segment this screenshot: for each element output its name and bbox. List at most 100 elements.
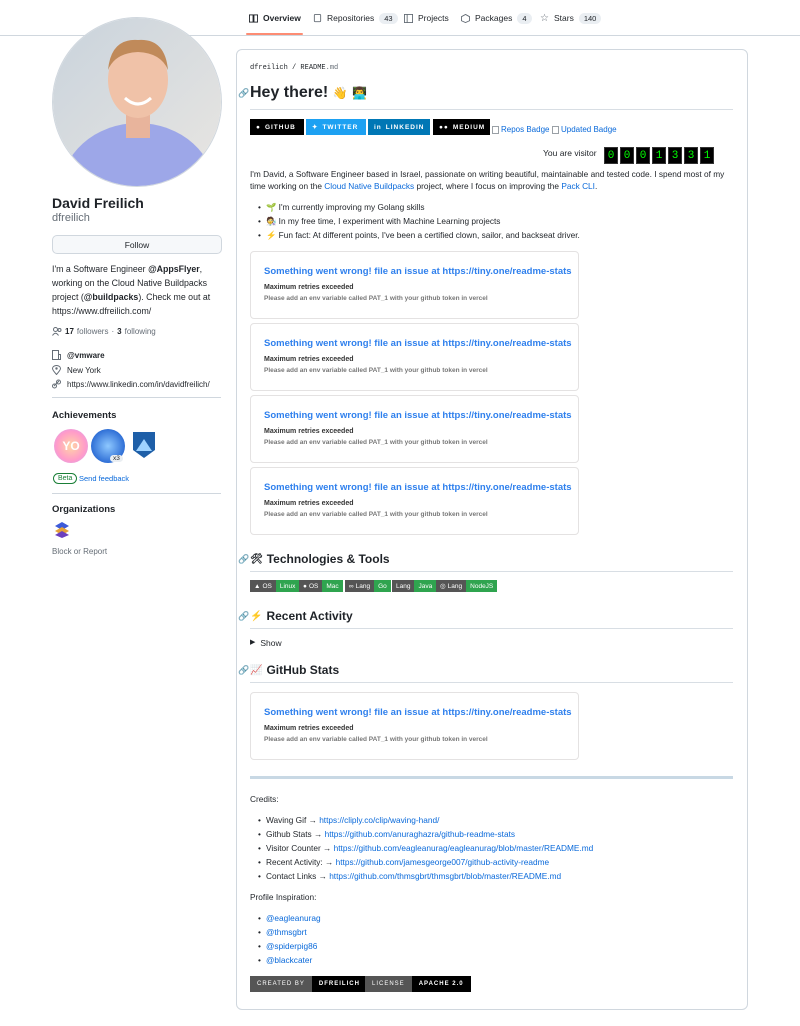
error-title: Something went wrong! file an issue at h… xyxy=(264,266,572,277)
location-icon xyxy=(52,365,61,375)
breadcrumb-separator: / xyxy=(287,64,301,72)
following-label[interactable]: following xyxy=(125,327,156,336)
organization-avatar[interactable] xyxy=(53,521,71,539)
readme-breadcrumb: dfreilich / README.md xyxy=(250,64,338,72)
project-icon xyxy=(404,13,413,23)
list-item: @thmsgbrt xyxy=(258,925,321,939)
credit-link[interactable]: https://github.com/anuraghazra/github-re… xyxy=(325,829,515,839)
breadcrumb-file: README xyxy=(300,64,326,72)
twitter-badge[interactable]: ✦ TWITTER xyxy=(306,119,366,135)
tab-stars[interactable]: ☆ Stars 140 xyxy=(540,8,602,28)
credit-link[interactable]: https://github.com/jamesgeorge007/github… xyxy=(336,857,550,867)
intro-bullets: 🌱 I'm currently improving my Golang skil… xyxy=(258,200,580,242)
following-count[interactable]: 3 xyxy=(117,327,121,336)
nodejs-badge[interactable]: ◎ Lang NodeJS xyxy=(436,580,498,592)
badge-right: Mac xyxy=(322,580,343,592)
stats-error-card[interactable]: Something went wrong! file an issue at h… xyxy=(250,692,579,760)
visitor-counter: 0 0 0 1 3 3 1 xyxy=(604,147,714,164)
error-subtitle: Maximum retries exceeded xyxy=(264,725,354,732)
linux-badge[interactable]: ▲ OS Linux xyxy=(250,580,300,592)
breadcrumb-user[interactable]: dfreilich xyxy=(250,64,288,72)
tab-label: Projects xyxy=(418,13,449,23)
error-detail: Please add an env variable called PAT_1 … xyxy=(264,367,488,374)
tab-packages[interactable]: Packages 4 xyxy=(461,8,532,28)
tab-projects[interactable]: Projects xyxy=(404,8,449,28)
badge-right: Linux xyxy=(275,580,300,592)
breadcrumb-extension: .md xyxy=(325,64,339,72)
java-badge[interactable]: Lang Java xyxy=(392,580,437,592)
tools-icon: 🛠 xyxy=(250,553,263,565)
stats-error-card[interactable]: Something went wrong! file an issue at h… xyxy=(250,251,579,319)
heading-anchor-icon[interactable]: 🔗 xyxy=(238,88,249,98)
badge-left-text: OS xyxy=(262,582,272,590)
inspiration-link[interactable]: @spiderpig86 xyxy=(266,941,317,951)
inspiration-link[interactable]: @thmsgbrt xyxy=(266,927,307,937)
alt-text: Updated Badge xyxy=(561,125,617,134)
bio-company-mention[interactable]: @AppsFlyer xyxy=(148,264,200,274)
github-badge[interactable]: ● GITHUB xyxy=(250,119,304,135)
badge-right: DFREILICH xyxy=(311,976,367,992)
updated-badge-image[interactable]: Updated Badge xyxy=(552,125,617,134)
tech-heading: 🛠 Technologies & Tools xyxy=(250,552,390,566)
go-badge[interactable]: ∞ Lang Go xyxy=(345,580,391,592)
credit-link[interactable]: https://cliply.co/clip/waving-hand/ xyxy=(319,815,439,825)
tab-repositories[interactable]: Repositories 43 xyxy=(313,8,398,28)
stats-error-card[interactable]: Something went wrong! file an issue at h… xyxy=(250,395,579,463)
followers-label[interactable]: followers xyxy=(77,327,109,336)
intro-text: project, where I focus on improving the xyxy=(414,181,562,191)
twitter-icon: ✦ xyxy=(312,124,319,131)
github-icon: ● xyxy=(256,123,261,131)
show-details-toggle[interactable]: ▶ Show xyxy=(250,638,282,648)
lightning-icon: ⚡ xyxy=(250,610,263,622)
license-badge[interactable]: LICENSE APACHE 2.0 xyxy=(365,976,471,992)
sidebar-divider xyxy=(52,397,221,398)
yolo-achievement-icon[interactable]: YO xyxy=(54,429,88,463)
badge-label: GITHUB xyxy=(264,123,296,131)
followers-count[interactable]: 17 xyxy=(65,327,74,336)
badge-left: Lang xyxy=(392,580,415,592)
badge-left-text: Lang xyxy=(355,582,371,590)
alt-text: Repos Badge xyxy=(501,125,550,134)
list-item: Visitor Counter → https://github.com/eag… xyxy=(258,841,593,855)
block-or-report-link[interactable]: Block or Report xyxy=(52,547,107,556)
bio-text: I'm a Software Engineer xyxy=(52,264,149,274)
tab-label: Overview xyxy=(263,13,301,23)
credit-label: Github Stats → xyxy=(266,829,325,839)
created-by-badge[interactable]: CREATED BY DFREILICH xyxy=(250,976,367,992)
pack-cli-link[interactable]: Pack CLI xyxy=(561,181,595,191)
tab-overview[interactable]: Overview xyxy=(249,8,301,28)
stats-error-card[interactable]: Something went wrong! file an issue at h… xyxy=(250,323,579,391)
linkedin-badge[interactable]: in LINKEDIN xyxy=(368,119,430,135)
bio-project-mention[interactable]: @buildpacks xyxy=(84,292,139,302)
credit-link[interactable]: https://github.com/thmsgbrt/thmsgbrt/blo… xyxy=(329,871,561,881)
repos-badge-image[interactable]: Repos Badge xyxy=(492,125,549,134)
beta-badge: Beta xyxy=(53,473,78,484)
stats-error-card[interactable]: Something went wrong! file an issue at h… xyxy=(250,467,579,535)
triangle-right-icon: ▶ xyxy=(250,639,256,646)
mac-badge[interactable]: ● OS Mac xyxy=(299,580,343,592)
credit-link[interactable]: https://github.com/eagleanurag/eagleanur… xyxy=(334,843,594,853)
profile-login: dfreilich xyxy=(52,212,90,224)
credit-label: Waving Gif → xyxy=(266,815,320,825)
profile-name: David Freilich xyxy=(52,195,144,211)
medium-badge[interactable]: ●● MEDIUM xyxy=(433,119,490,135)
avatar[interactable] xyxy=(52,17,222,187)
heading-anchor-icon[interactable]: 🔗 xyxy=(238,611,249,621)
inspiration-link[interactable]: @blackcater xyxy=(266,955,312,965)
arctic-vault-achievement-icon[interactable] xyxy=(132,431,156,459)
broken-image-icon xyxy=(552,125,559,134)
intro-text: . xyxy=(594,181,598,191)
buildpacks-link[interactable]: Cloud Native Buildpacks xyxy=(324,181,414,191)
follow-button[interactable]: Follow xyxy=(52,235,222,254)
inspiration-link[interactable]: @eagleanurag xyxy=(266,913,321,923)
counter-digit: 3 xyxy=(684,147,698,164)
star-icon: ☆ xyxy=(540,12,549,24)
org-link[interactable]: @vmware xyxy=(67,351,105,360)
heading-anchor-icon[interactable]: 🔗 xyxy=(238,554,249,564)
website-link[interactable]: https://www.linkedin.com/in/davidfreilic… xyxy=(67,380,210,389)
heading-anchor-icon[interactable]: 🔗 xyxy=(238,665,249,675)
repo-icon xyxy=(313,13,322,22)
error-detail: Please add an env variable called PAT_1 … xyxy=(264,511,488,518)
badge-left-text: Lang xyxy=(396,582,411,590)
send-feedback-link[interactable]: Send feedback xyxy=(79,474,129,483)
